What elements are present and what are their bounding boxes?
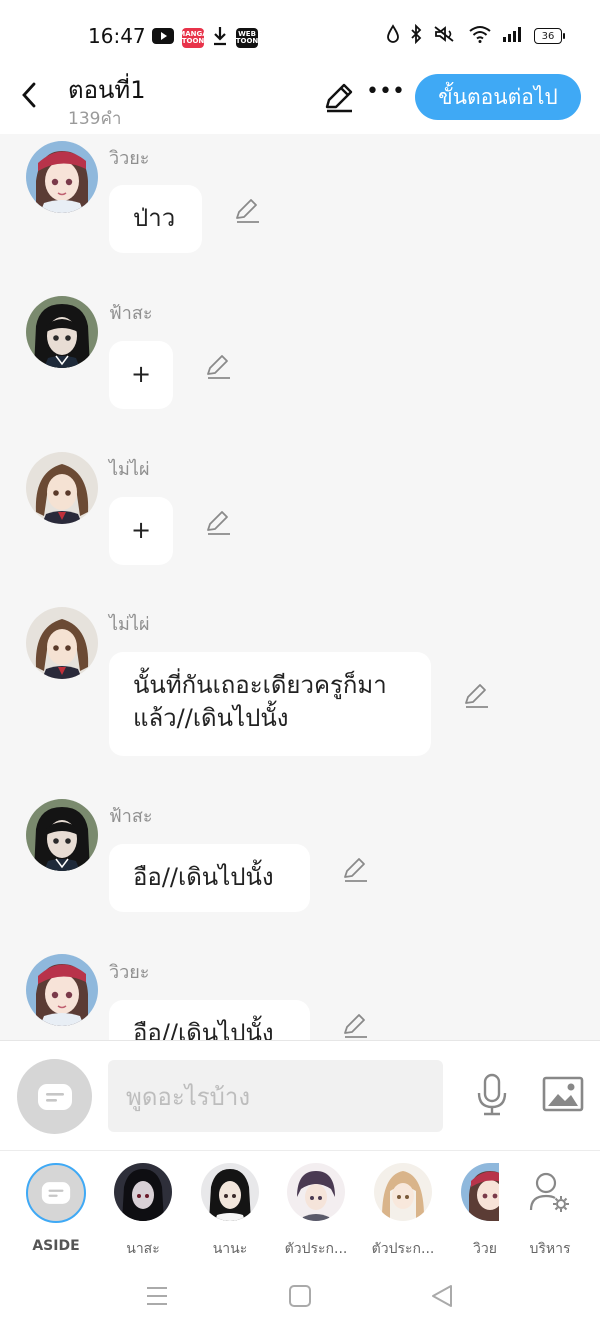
signal-icon (502, 26, 524, 46)
message-bubble[interactable]: อือ//เดินไปนั้ง (109, 1000, 310, 1040)
pencil-icon (207, 355, 230, 379)
message-bubble[interactable]: อือ//เดินไปนั้ง (109, 844, 310, 912)
youtube-icon (152, 28, 174, 48)
avatar-maiphai[interactable] (26, 452, 98, 524)
edit-message-button[interactable] (342, 1013, 368, 1039)
character-wiwaya[interactable]: วิวย (447, 1163, 511, 1260)
avatar-fasa[interactable] (26, 799, 98, 871)
next-step-button[interactable]: ขั้นตอนต่อไป (415, 74, 581, 120)
speaker-name: วิวยะ (109, 962, 150, 983)
character-avatar (461, 1163, 499, 1221)
pencil-icon (236, 199, 259, 223)
more-options-button[interactable]: ••• (366, 81, 405, 110)
character-avatar (114, 1163, 172, 1221)
chevron-left-icon (22, 82, 36, 108)
image-icon (542, 1076, 584, 1112)
character-nana[interactable]: นานะ (190, 1163, 270, 1260)
edit-message-button[interactable] (463, 683, 489, 709)
speaker-name: วิวยะ (109, 148, 150, 169)
recent-apps-button[interactable] (144, 1283, 170, 1309)
pencil-icon (344, 858, 367, 882)
edit-message-button[interactable] (234, 198, 260, 224)
microphone-icon (477, 1073, 507, 1116)
message-input[interactable]: พูดอะไรบ้าง (108, 1060, 443, 1132)
menu-icon (147, 1287, 167, 1305)
voice-input-button[interactable] (474, 1073, 510, 1117)
character-aside[interactable]: ASIDE (16, 1163, 96, 1254)
pencil-icon (465, 684, 488, 708)
bluetooth-icon (410, 23, 422, 48)
edit-episode-button[interactable] (322, 82, 354, 114)
battery-icon: 36 (534, 28, 565, 44)
word-count: 139คำ (68, 109, 122, 129)
pencil-icon (344, 1014, 367, 1038)
edit-message-button[interactable] (205, 354, 231, 380)
speaker-name: ไม่ไผ่ (109, 614, 150, 635)
aside-avatar (26, 1163, 86, 1223)
data-saver-icon (386, 24, 400, 48)
status-indicators: 36 (386, 23, 565, 48)
pencil-icon (207, 511, 230, 535)
back-nav-button[interactable] (429, 1283, 455, 1309)
pencil-icon (325, 83, 353, 113)
manage-characters-button[interactable]: บริหาร (510, 1163, 590, 1260)
character-extra-1[interactable]: ตัวประก... (276, 1163, 356, 1260)
character-strip: ASIDE นาสะ นานะ ตัวประก... ตัวประก... วิ… (0, 1150, 600, 1257)
message-bubble[interactable]: ป่าว (109, 185, 202, 253)
insert-image-button[interactable] (542, 1076, 584, 1112)
message-bubble[interactable]: + (109, 497, 173, 565)
manage-characters-icon-wrap (521, 1163, 579, 1221)
speaker-name: ฟ้าสะ (109, 303, 153, 324)
edit-message-button[interactable] (342, 857, 368, 883)
edit-message-button[interactable] (205, 510, 231, 536)
chat-bubble-icon (41, 1182, 71, 1204)
mute-icon (432, 24, 458, 48)
system-navigation-bar (0, 1255, 600, 1333)
chat-bubble-icon (37, 1083, 72, 1110)
triangle-back-icon (432, 1285, 452, 1307)
character-avatar (374, 1163, 432, 1221)
character-avatar (201, 1163, 259, 1221)
character-nasa[interactable]: นาสะ (103, 1163, 183, 1260)
character-avatar (287, 1163, 345, 1221)
speaker-name: ฟ้าสะ (109, 806, 153, 827)
speaker-name: ไม่ไผ่ (109, 459, 150, 480)
status-time: 16:47 (88, 24, 146, 48)
wifi-icon (468, 25, 492, 47)
user-settings-icon (529, 1172, 569, 1212)
chat-area[interactable]: วิวยะ ป่าว ฟ้าสะ + ไม่ไผ่ + ไม่ไผ่ นั้นท (0, 134, 600, 1040)
mangatoon-app-icon: MANGA TOON (178, 28, 208, 48)
episode-title: ตอนที่1 (68, 76, 146, 104)
status-bar: 16:47 MANGA TOON WEB TOON 36 (0, 0, 600, 70)
message-bubble[interactable]: นั้นที่กันเถอะเดียวครูก็มา แล้ว//เดินไปน… (109, 652, 431, 756)
webtoon-app-icon: WEB TOON (236, 28, 258, 48)
status-app-icons: MANGA TOON WEB TOON (152, 26, 258, 50)
character-extra-2[interactable]: ตัวประก... (363, 1163, 443, 1260)
character-label: ASIDE (32, 1238, 80, 1254)
avatar-fasa[interactable] (26, 296, 98, 368)
editor-header: ตอนที่1 139คำ ••• ขั้นตอนต่อไป (0, 70, 600, 134)
avatar-maiphai[interactable] (26, 607, 98, 679)
back-button[interactable] (14, 80, 44, 110)
avatar-wiwaya[interactable] (26, 954, 98, 1026)
square-icon (289, 1285, 311, 1307)
aside-toggle-button[interactable] (17, 1059, 92, 1134)
home-button[interactable] (287, 1283, 313, 1309)
download-icon (212, 26, 228, 50)
message-bubble[interactable]: + (109, 341, 173, 409)
avatar-wiwaya[interactable] (26, 141, 98, 213)
message-input-bar: พูดอะไรบ้าง (0, 1040, 600, 1150)
